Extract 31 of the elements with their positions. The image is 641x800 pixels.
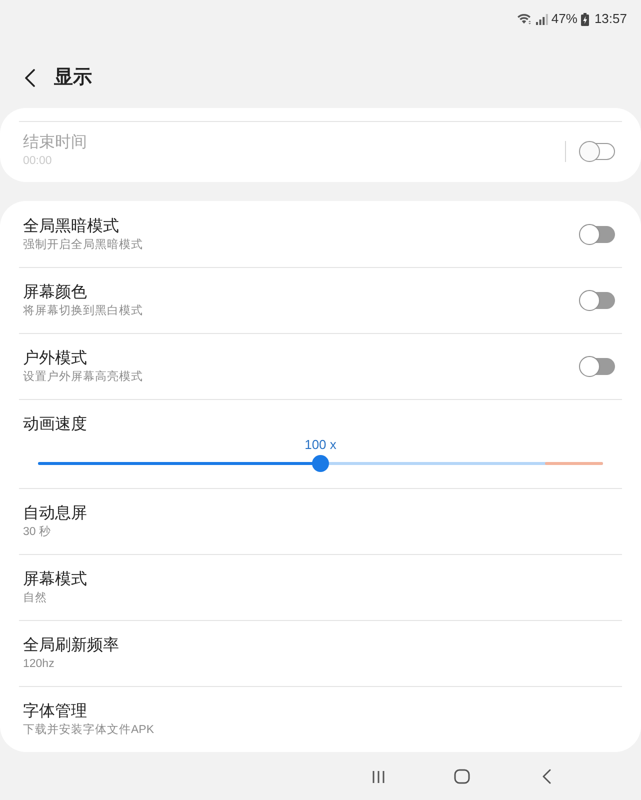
setting-title: 屏幕颜色 [23, 282, 87, 302]
setting-summary: 设置户外屏幕高亮模式 [23, 369, 143, 384]
toggle-switch[interactable] [579, 356, 615, 377]
battery-charging-icon [581, 12, 590, 26]
slider-thumb[interactable] [312, 455, 329, 472]
setting-title: 自动息屏 [23, 504, 87, 524]
toggle-switch[interactable] [579, 224, 615, 245]
setting-title: 动画速度 [23, 415, 87, 435]
back-icon[interactable] [542, 769, 550, 784]
setting-summary: 30 秒 [23, 524, 51, 540]
setting-title: 户外模式 [23, 348, 87, 368]
setting-summary: 自然 [23, 590, 47, 606]
setting-title: 结束时间 [23, 133, 87, 153]
wifi-icon [517, 13, 532, 25]
setting-title: 屏幕模式 [23, 570, 87, 590]
recent-apps-icon[interactable] [372, 770, 384, 784]
setting-summary: 将屏幕切换到黑白模式 [23, 304, 143, 318]
toggle-switch[interactable] [579, 290, 615, 311]
setting-summary: 强制开启全局黑暗模式 [23, 237, 143, 252]
back-icon[interactable] [24, 69, 35, 87]
battery-percent: 47% [551, 11, 578, 27]
setting-title: 字体管理 [23, 702, 87, 722]
page-title: 显示 [54, 66, 92, 90]
setting-title: 全局黑暗模式 [23, 216, 119, 236]
home-icon[interactable] [454, 769, 470, 784]
setting-summary: 下载并安装字体文件APK [23, 722, 154, 738]
signal-icon [536, 14, 548, 24]
clock-time: 13:57 [594, 11, 627, 27]
setting-title: 全局刷新频率 [23, 636, 119, 656]
setting-summary: 120hz [23, 656, 54, 672]
slider-value: 100 x [304, 436, 336, 454]
